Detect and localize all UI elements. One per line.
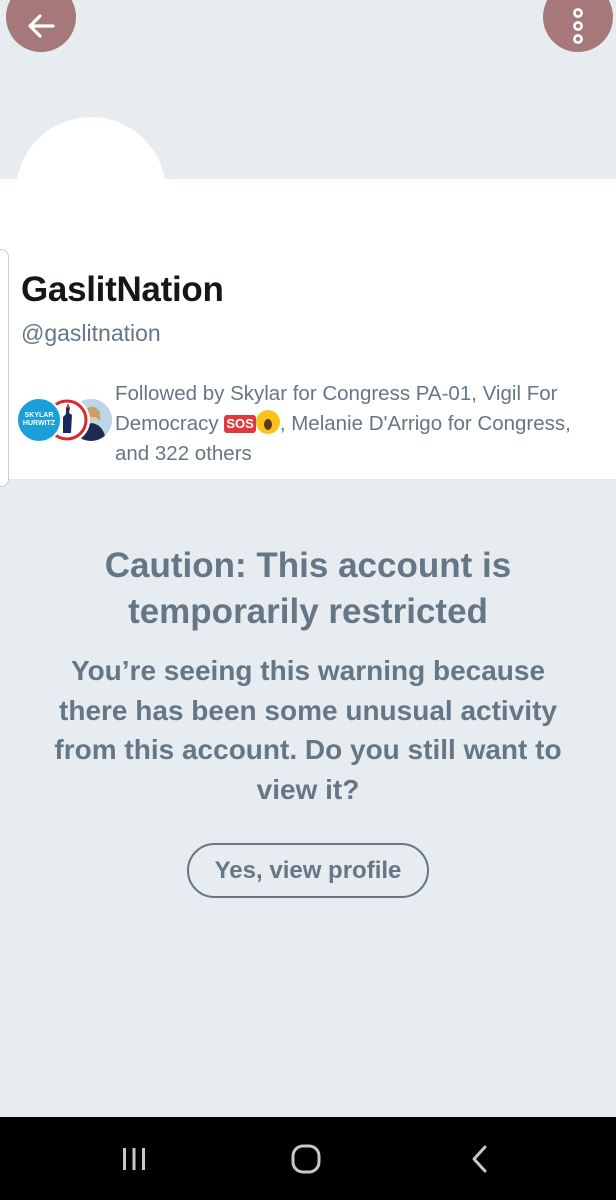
recents-button[interactable] <box>114 1139 154 1179</box>
system-back-button[interactable] <box>460 1139 500 1179</box>
home-button[interactable] <box>286 1139 326 1179</box>
avatar-skylar-for-congress: SKYLAR HURWITZ <box>16 397 62 443</box>
display-name: GaslitNation <box>21 270 224 309</box>
scream-emoji-icon <box>255 410 280 434</box>
chevron-left-icon <box>472 1145 487 1173</box>
avatar-text-bottom: HURWITZ <box>22 420 56 427</box>
system-navigation-bar <box>0 1117 616 1200</box>
user-handle: @gaslitnation <box>21 320 161 346</box>
sos-icon: SOS <box>224 415 256 433</box>
card-edge <box>0 249 9 487</box>
warning-title: Caution: This account is temporarily res… <box>104 546 512 631</box>
vertical-dots-icon <box>573 8 583 44</box>
restriction-warning: Caution: This account is temporarily res… <box>0 543 616 809</box>
arrow-left-icon <box>28 14 55 38</box>
warning-body: You’re seeing this warning because there… <box>54 655 562 805</box>
profile-avatar <box>16 117 166 267</box>
home-icon <box>291 1144 321 1174</box>
followers-you-know-avatars[interactable]: SKYLAR HURWITZ <box>16 397 114 443</box>
followed-by-text[interactable]: Followed by Skylar for Congress PA-01, V… <box>115 379 605 469</box>
recents-icon <box>123 1148 145 1170</box>
view-profile-button[interactable]: Yes, view profile <box>187 843 429 898</box>
avatar-text-top: SKYLAR <box>24 412 54 419</box>
